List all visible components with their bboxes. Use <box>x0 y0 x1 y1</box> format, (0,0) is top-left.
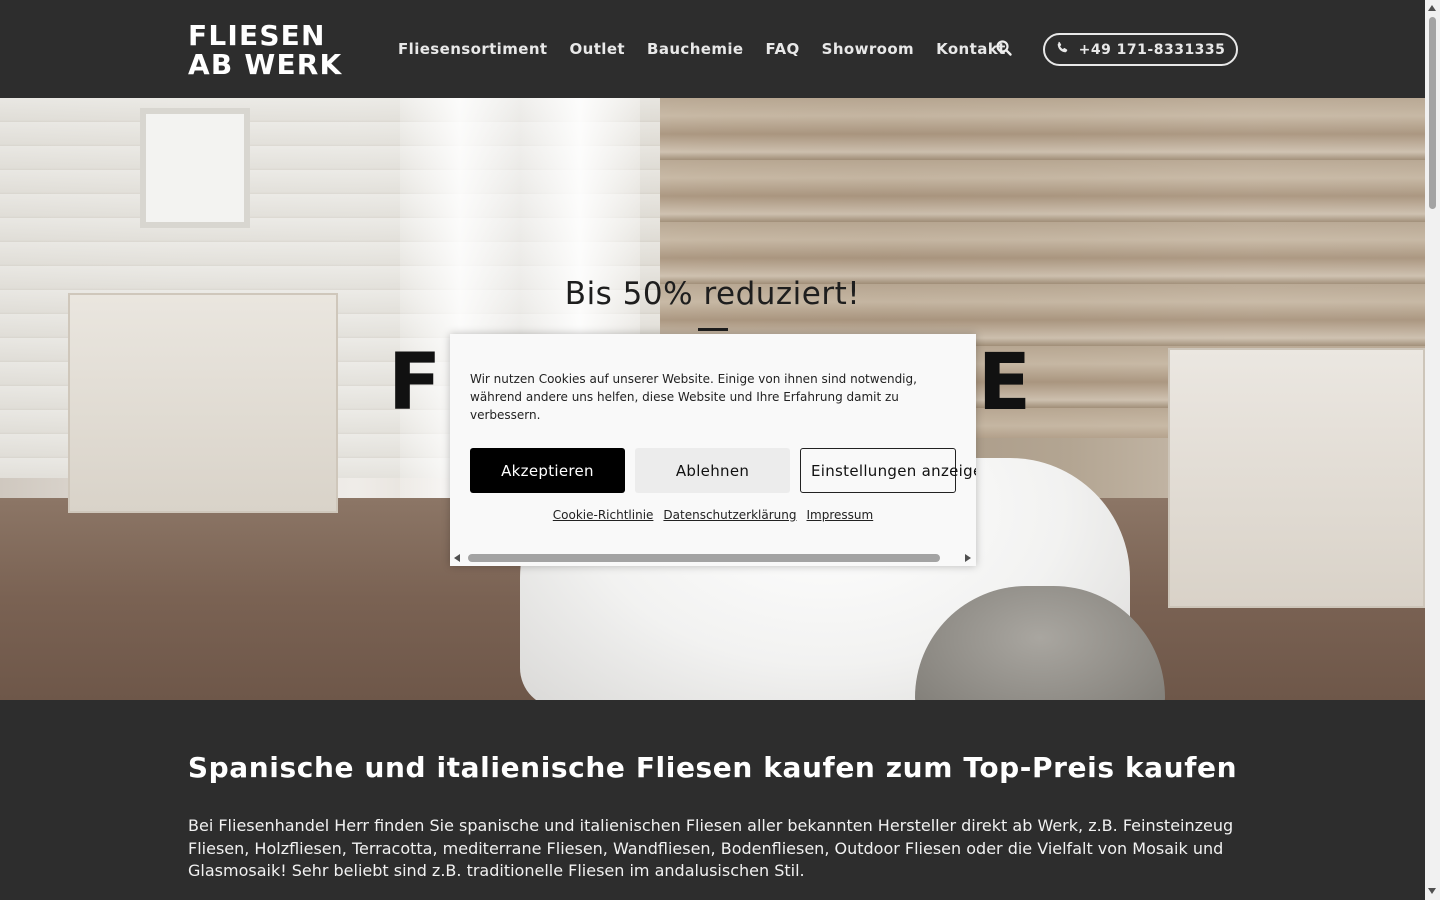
nav-item-faq[interactable]: FAQ <box>766 40 800 58</box>
logo-line-2: AB WERK <box>188 48 343 81</box>
scroll-right-icon[interactable] <box>965 554 971 562</box>
accept-button[interactable]: Akzeptieren <box>470 448 625 493</box>
search-icon[interactable] <box>995 39 1013 57</box>
phone-button[interactable]: +49 171-8331335 <box>1043 33 1238 66</box>
cookie-text: Wir nutzen Cookies auf unserer Website. … <box>470 372 917 422</box>
site-logo[interactable]: FLIESEN AB WERK <box>188 21 342 79</box>
scrollbar-thumb[interactable] <box>468 554 940 562</box>
cookie-dialog: Wir nutzen Cookies auf unserer Website. … <box>450 334 976 566</box>
page: FLIESEN AB WERK Fliesensortiment Outlet … <box>0 0 1425 900</box>
site-header: FLIESEN AB WERK Fliesensortiment Outlet … <box>0 0 1425 98</box>
nav-item-bauchemie[interactable]: Bauchemie <box>647 40 744 58</box>
cookie-links: Cookie-Richtlinie Datenschutzerklärung I… <box>450 508 976 522</box>
scroll-down-icon[interactable] <box>1428 888 1436 894</box>
section-title: Spanische und italienische Fliesen kaufe… <box>187 751 1238 784</box>
nav-item-fliesensortiment[interactable]: Fliesensortiment <box>398 40 547 58</box>
section-text: Bei Fliesenhandel Herr finden Sie spanis… <box>188 816 1234 880</box>
hero-image-mirror <box>140 108 250 228</box>
nav-item-showroom[interactable]: Showroom <box>822 40 914 58</box>
nav-item-outlet[interactable]: Outlet <box>569 40 625 58</box>
hero-subtitle: Bis 50% reduziert! <box>564 276 861 312</box>
privacy-link[interactable]: Datenschutzerklärung <box>663 508 796 522</box>
main-nav: Fliesensortiment Outlet Bauchemie FAQ Sh… <box>398 40 1006 58</box>
phone-icon <box>1056 41 1069 58</box>
settings-button[interactable]: Einstellungen anzeigen <box>800 448 976 493</box>
page-vertical-scrollbar[interactable] <box>1425 0 1440 900</box>
hero-divider <box>698 328 728 331</box>
imprint-link[interactable]: Impressum <box>807 508 874 522</box>
cookie-buttons: Akzeptieren Ablehnen Einstellungen anzei… <box>470 448 976 493</box>
cookie-policy-link[interactable]: Cookie-Richtlinie <box>553 508 654 522</box>
cookie-horizontal-scrollbar[interactable] <box>450 550 976 566</box>
logo-line-1: FLIESEN <box>188 19 326 52</box>
scroll-up-icon[interactable] <box>1428 5 1436 11</box>
decline-button[interactable]: Ablehnen <box>635 448 790 493</box>
scrollbar-thumb[interactable] <box>1429 17 1436 209</box>
scroll-left-icon[interactable] <box>454 554 460 562</box>
phone-number: +49 171-8331335 <box>1078 41 1226 58</box>
